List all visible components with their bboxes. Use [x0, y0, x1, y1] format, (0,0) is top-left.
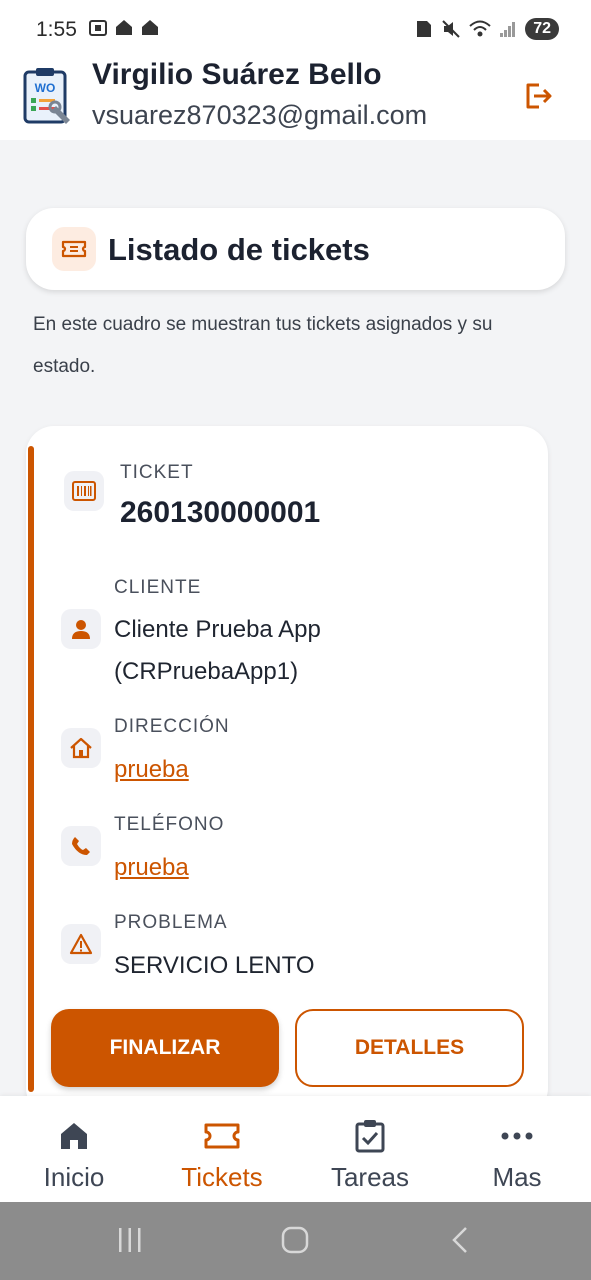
ticket-icon	[61, 240, 87, 258]
logo-text: WO	[35, 81, 56, 95]
home-button-icon[interactable]	[280, 1224, 310, 1256]
user-name: Virgilio Suárez Bello	[92, 58, 382, 91]
address-link[interactable]: prueba	[114, 749, 189, 791]
address-label: DIRECCIÓN	[114, 716, 230, 737]
person-icon	[61, 609, 101, 649]
page-title: Listado de tickets	[108, 232, 370, 267]
mute-icon	[442, 20, 460, 38]
wifi-icon	[469, 20, 491, 37]
nav-label-mas: Mas	[492, 1162, 542, 1192]
home-icon	[61, 1123, 87, 1149]
app-notification-icon-2	[142, 20, 158, 35]
more-dots-icon	[501, 1132, 533, 1140]
title-icon-box	[52, 227, 96, 271]
details-button[interactable]: DETALLES	[295, 1009, 524, 1087]
ticket-accent-bar	[28, 446, 34, 1092]
problem-label: PROBLEMA	[114, 912, 228, 933]
home-icon	[61, 728, 101, 768]
barcode-icon	[64, 471, 104, 511]
app-notification-icon	[116, 20, 132, 35]
intro-text: En este cuadro se muestran tus tickets a…	[33, 314, 493, 377]
user-email: vsuarez870323@gmail.com	[92, 100, 428, 130]
battery-indicator: 72	[525, 18, 559, 40]
back-icon[interactable]	[448, 1224, 472, 1256]
ticket-label: TICKET	[120, 462, 194, 483]
status-bar: 1:55 72	[0, 0, 591, 58]
recent-apps-icon[interactable]	[116, 1224, 144, 1256]
ticket-icon	[204, 1123, 240, 1149]
client-value: Cliente Prueba App (CRPruebaApp1)	[114, 616, 321, 685]
nav-item-tickets[interactable]: Tickets	[148, 1096, 296, 1202]
ticket-number: 260130000001	[120, 496, 321, 529]
app-logo: WO	[23, 68, 70, 124]
sim-icon	[417, 21, 432, 37]
bottom-nav: Inicio Tickets Tareas Mas	[0, 1096, 591, 1202]
nav-item-tareas[interactable]: Tareas	[296, 1096, 444, 1202]
phone-link[interactable]: prueba	[114, 847, 189, 889]
phone-label: TELÉFONO	[114, 814, 225, 835]
app-header: WO Virgilio Suárez Bello vsuarez870323@g…	[0, 58, 591, 140]
nav-label-inicio: Inicio	[43, 1162, 105, 1192]
nav-item-inicio[interactable]: Inicio	[0, 1096, 148, 1202]
problem-value: SERVICIO LENTO	[114, 952, 315, 979]
client-label: CLIENTE	[114, 577, 202, 598]
nav-item-mas[interactable]: Mas	[443, 1096, 591, 1202]
system-nav-bar	[0, 1202, 591, 1280]
screenshot-icon	[89, 20, 107, 36]
page-title-card: Listado de tickets	[26, 208, 565, 290]
signal-icon	[500, 22, 516, 37]
warning-icon	[61, 924, 101, 964]
nav-label-tareas: Tareas	[330, 1162, 410, 1192]
phone-icon	[61, 826, 101, 866]
clipboard-check-icon	[355, 1120, 385, 1153]
status-left-icons	[88, 18, 160, 38]
status-right-icons: 72	[415, 18, 559, 40]
nav-label-tickets: Tickets	[181, 1162, 263, 1192]
logout-icon[interactable]	[523, 80, 555, 112]
status-time: 1:55	[36, 18, 77, 41]
finalize-button[interactable]: FINALIZAR	[51, 1009, 279, 1087]
